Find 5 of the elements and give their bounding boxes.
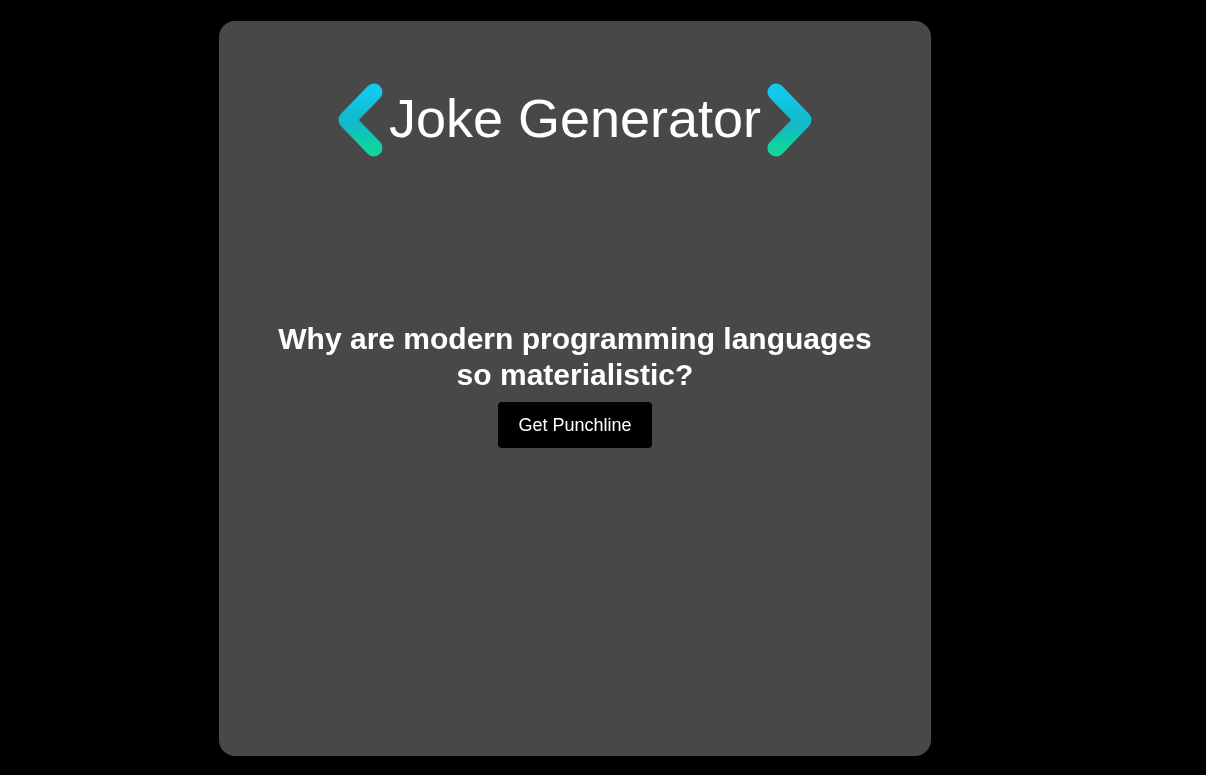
get-punchline-button[interactable]: Get Punchline (498, 402, 652, 448)
logo-title: Joke Generator (388, 91, 762, 149)
joke-question: Why are modern programming languages so materialistic? (277, 321, 873, 393)
right-chevron-icon (767, 83, 814, 157)
left-chevron-icon (336, 83, 383, 157)
